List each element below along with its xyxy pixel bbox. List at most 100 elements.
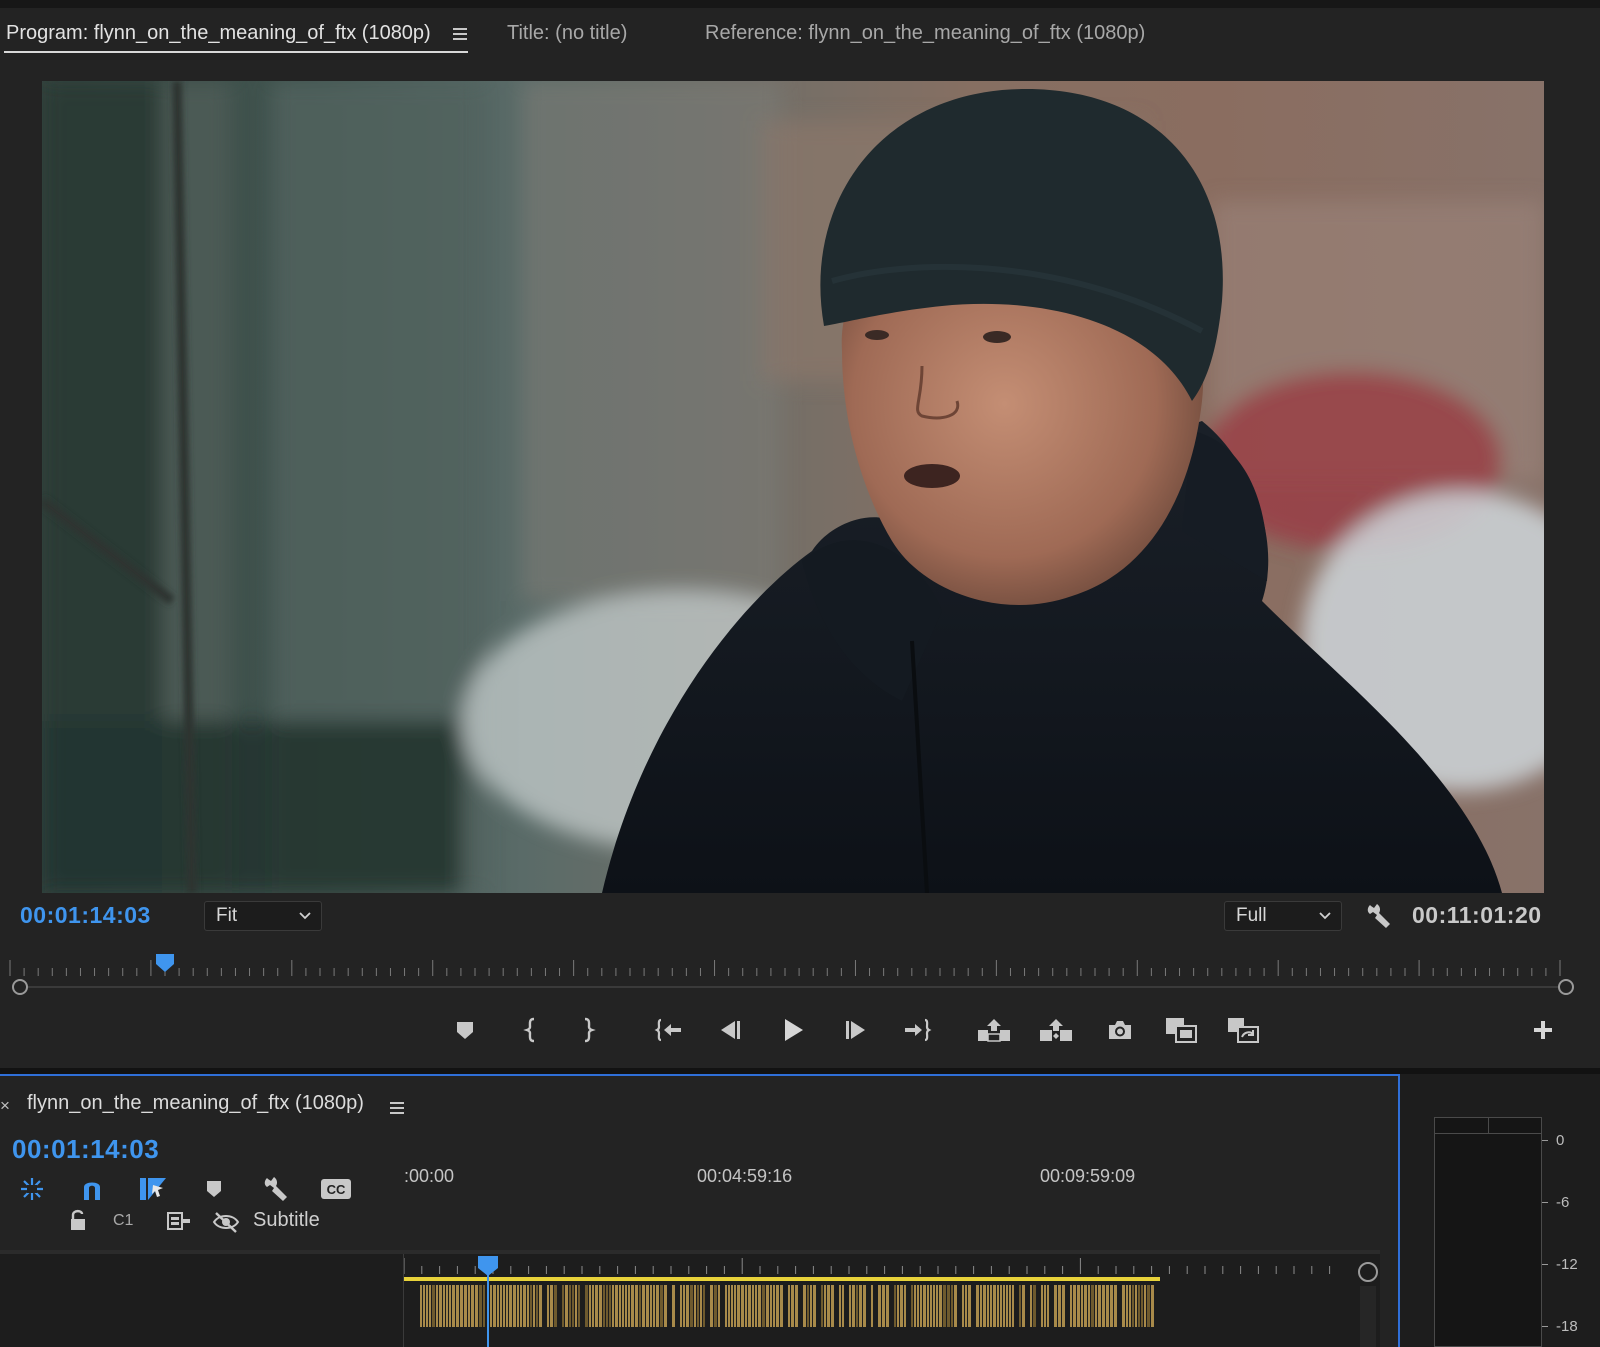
vertical-zoom-handle[interactable]	[1358, 1262, 1378, 1282]
caption-clip[interactable]	[758, 1285, 761, 1327]
caption-clip[interactable]	[748, 1285, 751, 1327]
video-frame[interactable]	[42, 81, 1544, 893]
caption-clip[interactable]	[517, 1285, 519, 1327]
caption-clip[interactable]	[810, 1285, 812, 1327]
caption-clip[interactable]	[1144, 1285, 1146, 1327]
caption-clip[interactable]	[490, 1285, 492, 1327]
caption-clip[interactable]	[824, 1285, 826, 1327]
caption-clip[interactable]	[572, 1285, 574, 1327]
caption-clip[interactable]	[752, 1285, 754, 1327]
close-icon[interactable]: ×	[0, 1096, 10, 1116]
caption-clip[interactable]	[927, 1285, 929, 1327]
caption-clip[interactable]	[1058, 1285, 1061, 1327]
caption-clip[interactable]	[646, 1285, 649, 1327]
step-forward-button[interactable]	[836, 1010, 876, 1050]
caption-clip[interactable]	[990, 1285, 992, 1327]
lift-button[interactable]	[974, 1010, 1014, 1050]
extract-button[interactable]	[1036, 1010, 1076, 1050]
sequence-tab[interactable]: flynn_on_the_meaning_of_ftx (1080p)	[27, 1092, 364, 1115]
caption-clip[interactable]	[856, 1285, 858, 1327]
caption-clip[interactable]	[1098, 1285, 1101, 1327]
caption-clip[interactable]	[827, 1285, 830, 1327]
caption-clip[interactable]	[1095, 1285, 1097, 1327]
caption-clip[interactable]	[672, 1285, 675, 1327]
caption-clip[interactable]	[1070, 1285, 1072, 1327]
caption-clip[interactable]	[725, 1285, 727, 1327]
caption-clip[interactable]	[595, 1285, 598, 1327]
nest-sequence-button[interactable]	[16, 1174, 48, 1204]
timeline-settings-button[interactable]	[259, 1174, 291, 1204]
caption-clip[interactable]	[612, 1285, 614, 1327]
caption-clip[interactable]	[1088, 1285, 1090, 1327]
caption-clip[interactable]	[420, 1285, 422, 1327]
caption-clip[interactable]	[943, 1285, 946, 1327]
caption-clip[interactable]	[690, 1285, 693, 1327]
caption-clip[interactable]	[606, 1285, 608, 1327]
caption-clip[interactable]	[547, 1285, 549, 1327]
caption-clip[interactable]	[497, 1285, 499, 1327]
mark-out-button[interactable]	[568, 1010, 608, 1050]
caption-clip[interactable]	[718, 1285, 720, 1327]
caption-clip[interactable]	[983, 1285, 986, 1327]
caption-clip[interactable]	[863, 1285, 866, 1327]
caption-clip[interactable]	[954, 1285, 957, 1327]
caption-clip[interactable]	[1062, 1285, 1065, 1327]
caption-clip[interactable]	[852, 1285, 855, 1327]
zoom-level-dropdown[interactable]: Fit	[204, 901, 322, 931]
caption-clip[interactable]	[631, 1285, 634, 1327]
caption-clip[interactable]	[1000, 1285, 1002, 1327]
caption-clip[interactable]	[585, 1285, 588, 1327]
caption-clip[interactable]	[446, 1285, 448, 1327]
caption-clip[interactable]	[1044, 1285, 1046, 1327]
caption-clip[interactable]	[569, 1285, 571, 1327]
caption-clip[interactable]	[904, 1285, 906, 1327]
playback-resolution-dropdown[interactable]: Full	[1224, 901, 1342, 931]
caption-clip[interactable]	[533, 1285, 535, 1327]
caption-clip[interactable]	[523, 1285, 526, 1327]
caption-clip[interactable]	[1006, 1285, 1008, 1327]
caption-clip[interactable]	[1141, 1285, 1143, 1327]
caption-clip[interactable]	[1106, 1285, 1109, 1327]
zoom-scroll-handle-right[interactable]	[1558, 979, 1574, 995]
add-marker-button[interactable]	[445, 1010, 485, 1050]
caption-clip[interactable]	[734, 1285, 736, 1327]
caption-clip[interactable]	[464, 1285, 467, 1327]
caption-clip[interactable]	[1077, 1285, 1080, 1327]
caption-clip[interactable]	[770, 1285, 772, 1327]
caption-clip[interactable]	[831, 1285, 834, 1327]
caption-clip[interactable]	[968, 1285, 971, 1327]
caption-clip[interactable]	[947, 1285, 950, 1327]
caption-clip[interactable]	[664, 1285, 667, 1327]
unlock-icon[interactable]	[68, 1208, 88, 1232]
caption-clip[interactable]	[737, 1285, 740, 1327]
caption-clip[interactable]	[506, 1285, 508, 1327]
caption-clip[interactable]	[439, 1285, 442, 1327]
caption-clip[interactable]	[897, 1285, 899, 1327]
caption-clip[interactable]	[997, 1285, 999, 1327]
caption-clip[interactable]	[603, 1285, 605, 1327]
vertical-scrollbar[interactable]	[1360, 1286, 1376, 1347]
caption-clip[interactable]	[650, 1285, 652, 1327]
caption-clip[interactable]	[776, 1285, 779, 1327]
eye-hidden-icon[interactable]	[212, 1210, 240, 1234]
caption-clip[interactable]	[788, 1285, 790, 1327]
wrench-icon[interactable]	[1364, 902, 1392, 930]
caption-clip[interactable]	[1030, 1285, 1032, 1327]
caption-clip[interactable]	[609, 1285, 611, 1327]
panel-menu-icon[interactable]	[389, 1098, 405, 1118]
caption-clip[interactable]	[527, 1285, 529, 1327]
caption-clip[interactable]	[741, 1285, 744, 1327]
caption-clip[interactable]	[1091, 1285, 1094, 1327]
caption-clip[interactable]	[1138, 1285, 1140, 1327]
caption-clip[interactable]	[714, 1285, 717, 1327]
caption-clip[interactable]	[766, 1285, 769, 1327]
caption-clip[interactable]	[1047, 1285, 1049, 1327]
caption-clip[interactable]	[1003, 1285, 1005, 1327]
caption-clip[interactable]	[1151, 1285, 1154, 1327]
caption-clip[interactable]	[813, 1285, 816, 1327]
track-name[interactable]: Subtitle	[253, 1209, 320, 1232]
caption-clip[interactable]	[1126, 1285, 1128, 1327]
caption-clip[interactable]	[1084, 1285, 1087, 1327]
caption-clip[interactable]	[755, 1285, 757, 1327]
caption-clip[interactable]	[1019, 1285, 1021, 1327]
